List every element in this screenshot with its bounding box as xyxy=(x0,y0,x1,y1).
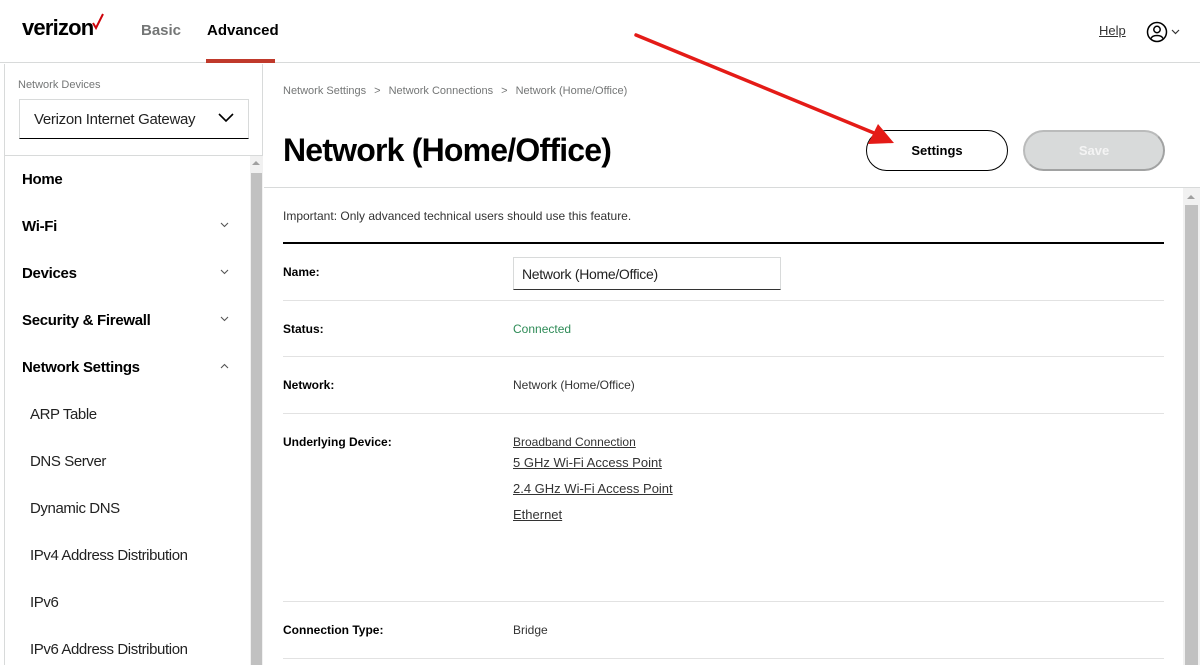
sidebar-item-devices[interactable]: Devices xyxy=(5,250,250,297)
chevron-down-icon xyxy=(1171,29,1180,35)
field-row-network: Network: Network (Home/Office) xyxy=(283,357,1164,414)
breadcrumb: Network Settings > Network Connections >… xyxy=(283,85,627,97)
connection-type-value: Bridge xyxy=(513,623,548,637)
sidebar-scrollbar[interactable] xyxy=(250,156,263,665)
chevron-down-icon xyxy=(220,222,229,228)
selected-device: Verizon Internet Gateway xyxy=(34,110,196,128)
sidebar-subitem-dns-server[interactable]: DNS Server xyxy=(5,438,250,485)
chevron-down-icon xyxy=(220,269,229,275)
sidebar-subitem-ipv6-address-distribution[interactable]: IPv6 Address Distribution xyxy=(5,626,250,665)
verizon-checkmark-icon xyxy=(92,13,104,30)
sidebar-subitem-label: IPv6 Address Distribution xyxy=(30,641,188,658)
active-tab-indicator xyxy=(206,59,275,63)
sidebar-item-label: Devices xyxy=(22,265,77,282)
breadcrumb-network-settings[interactable]: Network Settings xyxy=(283,85,366,97)
settings-button[interactable]: Settings xyxy=(866,130,1008,171)
field-row-status: Status: Connected xyxy=(283,301,1164,357)
underlying-device-links: Broadband Connection 5 GHz Wi-Fi Access … xyxy=(513,434,673,524)
account-menu-button[interactable] xyxy=(1146,20,1186,44)
sidebar-subitem-arp-table[interactable]: ARP Table xyxy=(5,391,250,438)
scrollbar-thumb[interactable] xyxy=(251,173,262,665)
sidebar-subitem-label: IPv6 xyxy=(30,594,59,611)
network-devices-label: Network Devices xyxy=(18,79,101,91)
sidebar-item-wifi[interactable]: Wi-Fi xyxy=(5,203,250,250)
breadcrumb-network-connections[interactable]: Network Connections xyxy=(389,85,494,97)
sidebar-subitem-ipv4-address-distribution[interactable]: IPv4 Address Distribution xyxy=(5,532,250,579)
network-details-panel: Important: Only advanced technical users… xyxy=(264,188,1183,665)
field-label: Underlying Device: xyxy=(283,435,392,449)
link-ethernet[interactable]: Ethernet xyxy=(513,506,673,524)
advanced-warning-notice: Important: Only advanced technical users… xyxy=(283,209,632,223)
network-value: Network (Home/Office) xyxy=(513,378,635,392)
content-scrollbar[interactable] xyxy=(1183,188,1200,665)
status-value: Connected xyxy=(513,322,572,336)
sidebar-item-network-settings[interactable]: Network Settings xyxy=(5,344,250,391)
network-device-dropdown[interactable]: Verizon Internet Gateway xyxy=(19,99,249,139)
sidebar-item-label: Wi-Fi xyxy=(22,218,58,235)
verizon-logo[interactable]: verizon xyxy=(22,15,94,41)
sidebar-subitem-label: Dynamic DNS xyxy=(30,500,120,517)
sidebar: Network Devices Verizon Internet Gateway… xyxy=(4,64,263,665)
field-row-connection-type: Connection Type: Bridge xyxy=(283,602,1164,659)
field-label: Name: xyxy=(283,265,320,279)
field-label: Network: xyxy=(283,378,335,392)
link-2-4ghz-access-point[interactable]: 2.4 GHz Wi-Fi Access Point xyxy=(513,480,673,498)
breadcrumb-current: Network (Home/Office) xyxy=(515,85,628,97)
network-name-input[interactable] xyxy=(513,257,781,290)
sidebar-subitem-ipv6[interactable]: IPv6 xyxy=(5,579,250,626)
top-navigation-bar: verizon Basic Advanced Help xyxy=(0,0,1200,63)
chevron-down-icon xyxy=(220,316,229,322)
help-link[interactable]: Help xyxy=(1099,23,1126,38)
link-5ghz-access-point[interactable]: 5 GHz Wi-Fi Access Point xyxy=(513,454,673,472)
sidebar-item-label: Home xyxy=(22,171,63,188)
sidebar-item-home[interactable]: Home xyxy=(5,156,250,203)
sidebar-subitem-label: IPv4 Address Distribution xyxy=(30,547,188,564)
user-account-icon xyxy=(1146,21,1168,43)
chevron-up-icon xyxy=(220,363,229,369)
scroll-up-arrow-icon[interactable] xyxy=(252,161,260,165)
sidebar-nav: Home Wi-Fi Devices Security & Firewall N… xyxy=(5,156,250,665)
link-broadband-connection[interactable]: Broadband Connection xyxy=(513,434,673,450)
breadcrumb-separator-icon: > xyxy=(501,85,508,97)
tab-advanced[interactable]: Advanced xyxy=(207,22,279,39)
save-button[interactable]: Save xyxy=(1023,130,1165,171)
sidebar-subitem-label: DNS Server xyxy=(30,453,107,470)
field-row-underlying-device: Underlying Device: Broadband Connection … xyxy=(283,414,1164,602)
sidebar-subitem-dynamic-dns[interactable]: Dynamic DNS xyxy=(5,485,250,532)
sidebar-item-label: Security & Firewall xyxy=(22,312,151,329)
scroll-up-arrow-icon[interactable] xyxy=(1187,195,1195,199)
field-row-name: Name: xyxy=(283,244,1164,301)
field-label: Connection Type: xyxy=(283,623,384,637)
tab-basic[interactable]: Basic xyxy=(141,22,181,39)
page-title: Network (Home/Office) xyxy=(283,132,612,168)
chevron-down-icon xyxy=(218,113,234,123)
breadcrumb-separator-icon: > xyxy=(374,85,381,97)
scrollbar-thumb[interactable] xyxy=(1185,205,1198,665)
sidebar-item-label: Network Settings xyxy=(22,359,140,376)
field-label: Status: xyxy=(283,322,324,336)
sidebar-item-security-firewall[interactable]: Security & Firewall xyxy=(5,297,250,344)
sidebar-subitem-label: ARP Table xyxy=(30,406,97,423)
